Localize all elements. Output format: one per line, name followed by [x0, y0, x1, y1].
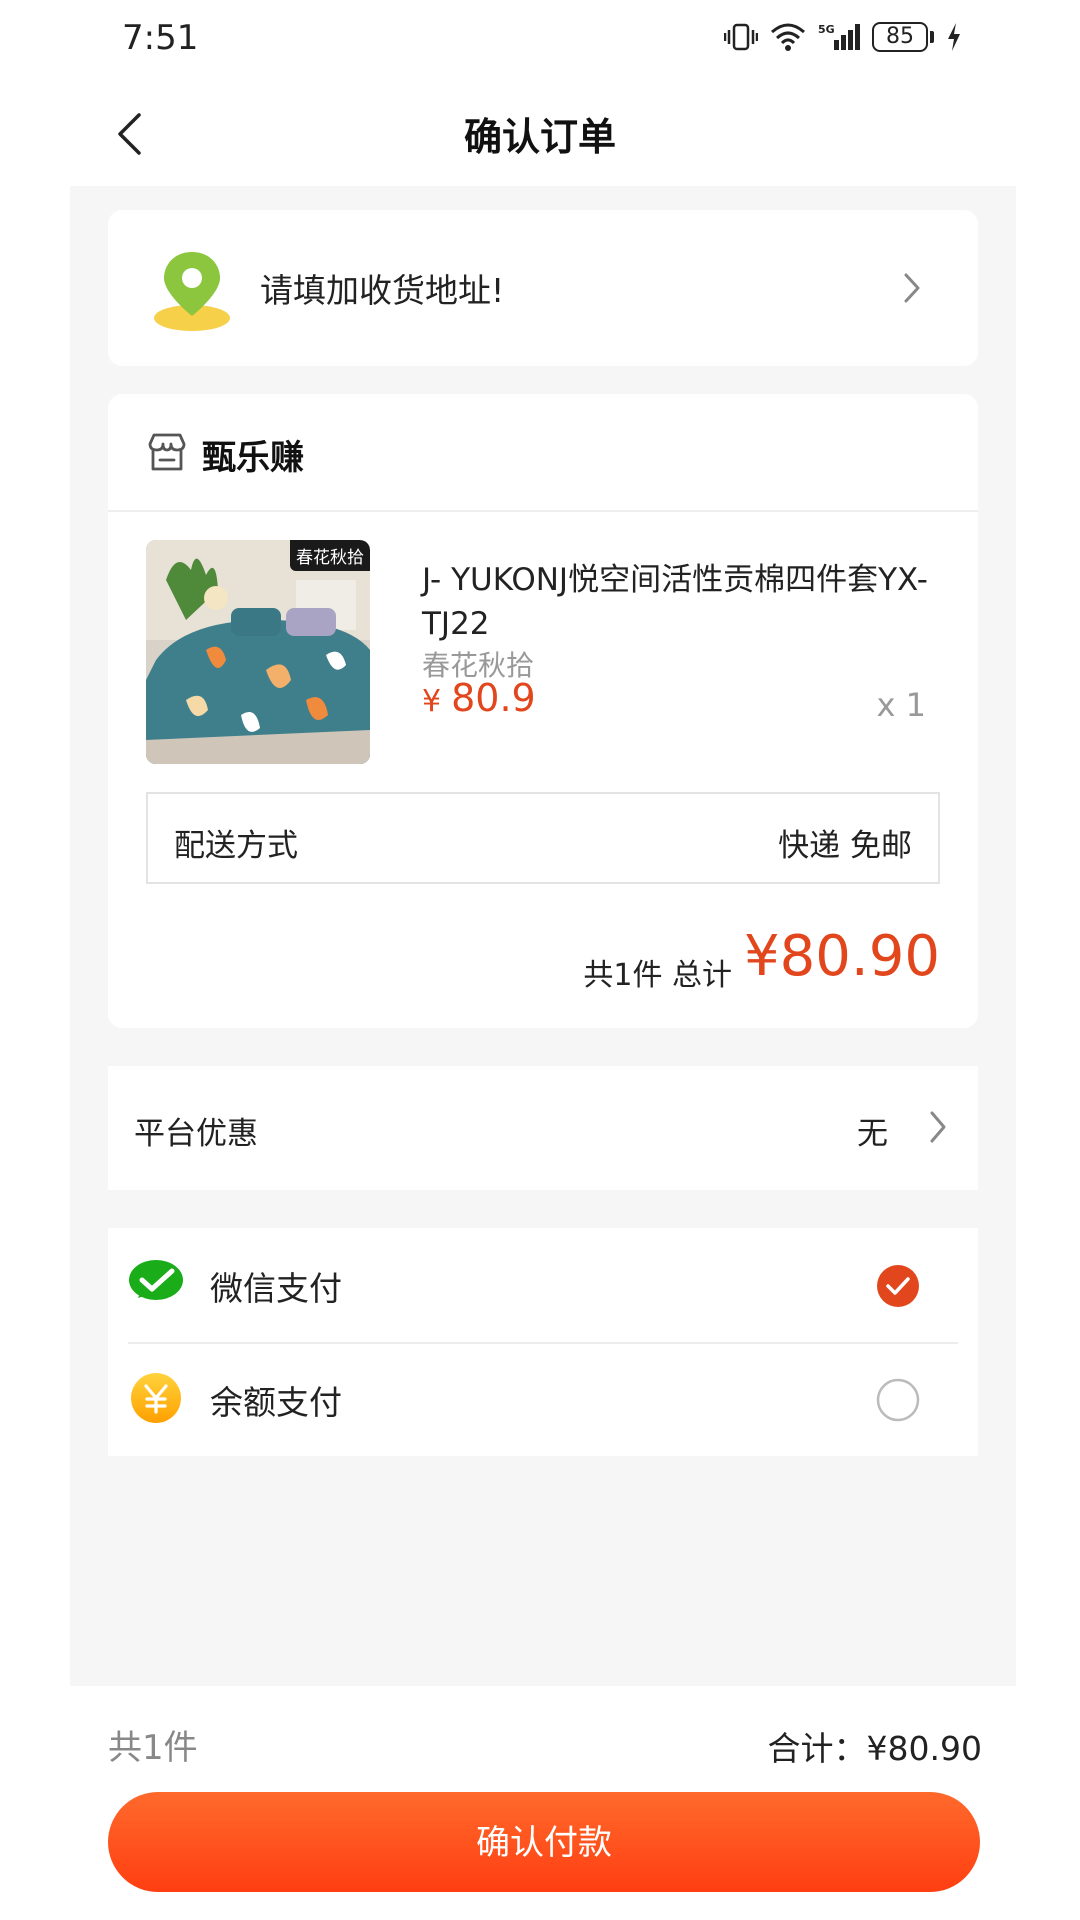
- bottom-total: 合计：¥80.90: [767, 1729, 982, 1768]
- payment-label-wechat: 微信支付: [210, 1269, 342, 1308]
- vibrate-icon: [724, 23, 758, 51]
- discount-label: 平台优惠: [134, 1116, 258, 1152]
- payment-option-balance[interactable]: 余额支付: [108, 1342, 978, 1456]
- header: 确认订单: [0, 80, 1080, 186]
- store-row: 甄乐赚: [108, 394, 978, 512]
- address-prompt: 请填加收货地址!: [260, 271, 505, 310]
- svg-text:5G: 5G: [818, 23, 835, 36]
- payment-methods: 微信支付 余额支付: [108, 1228, 978, 1456]
- signal-icon: 5G: [818, 23, 860, 50]
- status-icons: 5G 85: [724, 22, 962, 52]
- page-title: 确认订单: [463, 115, 616, 159]
- platform-discount-row[interactable]: 平台优惠 无: [108, 1066, 978, 1190]
- delivery-label: 配送方式: [174, 828, 298, 864]
- charging-icon: [948, 23, 960, 51]
- store-name: 甄乐赚: [202, 438, 304, 478]
- radio-unchecked-icon[interactable]: [876, 1378, 920, 1422]
- confirm-payment-button[interactable]: 确认付款: [108, 1792, 980, 1892]
- discount-value: 无: [857, 1116, 888, 1152]
- order-total: ¥80.90: [744, 924, 940, 989]
- bottom-item-count: 共1件: [108, 1728, 198, 1768]
- store-icon: [148, 433, 186, 471]
- location-pin-icon: [154, 252, 230, 331]
- payment-label-balance: 余额支付: [210, 1383, 342, 1422]
- chevron-right-icon: [930, 1111, 946, 1143]
- product-tag: 春花秋拾: [290, 540, 370, 571]
- delivery-method-row[interactable]: 配送方式 快递 免邮: [146, 792, 940, 884]
- battery-level: 85: [872, 22, 928, 52]
- order-item-count: 共1件 总计: [583, 958, 732, 993]
- status-time: 7:51: [122, 18, 199, 58]
- order-card: 甄乐赚 春花秋拾 J- YUKONJ悦空间活性贡棉四件套YX-TJ22 春花秋拾…: [108, 394, 978, 1028]
- radio-checked-icon[interactable]: [876, 1264, 920, 1308]
- currency-symbol: ¥: [422, 684, 442, 719]
- payment-option-wechat[interactable]: 微信支付: [108, 1228, 978, 1342]
- balance-yuan-icon: [131, 1373, 181, 1423]
- wechat-pay-icon: [129, 1260, 183, 1300]
- product-quantity: x 1: [876, 686, 926, 724]
- product-image[interactable]: 春花秋拾: [146, 540, 370, 764]
- price-value: 80.9: [451, 676, 536, 720]
- product-price: ¥80.9: [422, 676, 536, 720]
- delivery-value: 快递 免邮: [778, 828, 912, 864]
- wifi-icon: [771, 23, 805, 51]
- status-bar: 7:51 5G 85: [0, 0, 1080, 80]
- chevron-right-icon: [904, 273, 920, 303]
- main-content: 请填加收货地址! 甄乐赚 春花秋拾 J- YUKONJ悦空间活性贡棉四件套YX-…: [70, 186, 1016, 1686]
- bedding-photo: [146, 540, 370, 764]
- battery-indicator: 85: [872, 22, 934, 52]
- product-title[interactable]: J- YUKONJ悦空间活性贡棉四件套YX-TJ22: [422, 558, 942, 646]
- address-card[interactable]: 请填加收货地址!: [108, 210, 978, 366]
